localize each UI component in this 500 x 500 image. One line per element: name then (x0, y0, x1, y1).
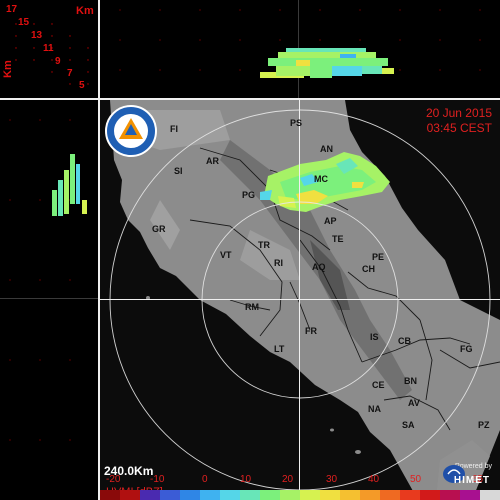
city-label: BN (404, 376, 417, 386)
km-tick: 11 (43, 43, 54, 54)
horizontal-divider (0, 98, 500, 100)
legend-swatch (280, 490, 300, 500)
protezione-civile-logo (105, 105, 157, 157)
city-label: FG (460, 344, 473, 354)
vertical-divider (98, 0, 100, 500)
km-title-top: Km (76, 5, 94, 17)
city-label: PE (372, 252, 385, 262)
legend-swatch (420, 490, 440, 500)
legend-colorbar (100, 490, 500, 500)
legend-tick: 0 (202, 474, 208, 485)
legend-swatch (160, 490, 180, 500)
city-label: PG (242, 190, 256, 200)
legend-tick: 20 (282, 474, 294, 485)
legend-swatch (300, 490, 320, 500)
city-label: AR (206, 156, 219, 166)
city-label: AP (324, 216, 337, 226)
city-label: RI (274, 258, 283, 268)
radar-map-panel[interactable]: PS FI AN SI AR MC PG GR AP TE TR VT RI P… (100, 100, 500, 500)
himet-brand: HIMET (453, 475, 490, 486)
radar-map-viewer: 17 15 13 11 9 7 5 Km Km PS FI AN SI AR M… (0, 0, 500, 500)
legend-swatch (460, 490, 480, 500)
km-tick: 17 (6, 4, 18, 15)
km-tick: 15 (18, 17, 30, 28)
section-echo-left (0, 119, 98, 441)
legend-swatch (380, 490, 400, 500)
city-label: SA (402, 420, 415, 430)
legend-swatch (220, 490, 240, 500)
city-label: GR (152, 224, 166, 234)
west-east-section (0, 100, 98, 500)
legend-swatch (180, 490, 200, 500)
legend-swatch (140, 490, 160, 500)
legend-swatch (260, 490, 280, 500)
km-scale-panel: 17 15 13 11 9 7 5 Km Km (0, 0, 98, 98)
city-label: LT (274, 344, 285, 354)
city-label: IS (370, 332, 379, 342)
legend-swatch (200, 490, 220, 500)
city-label: CE (372, 380, 385, 390)
legend-tick: 40 (368, 474, 380, 485)
north-south-section (100, 0, 500, 98)
city-label: VT (220, 250, 232, 260)
legend-tick: -20 (106, 474, 121, 485)
date-label: 20 Jun 2015 (425, 106, 492, 120)
km-tick: 13 (31, 30, 43, 41)
legend-swatch (120, 490, 140, 500)
city-label: AV (408, 398, 420, 408)
legend-swatch (400, 490, 420, 500)
km-tick: 7 (67, 68, 73, 79)
legend-swatch (440, 490, 460, 500)
time-label: 03:45 CEST (426, 121, 492, 135)
legend-tick: 30 (326, 474, 338, 485)
city-label: RM (245, 302, 259, 312)
city-label: TE (332, 234, 344, 244)
city-label: PS (290, 118, 303, 128)
city-label: PZ (478, 420, 490, 430)
city-label: AQ (312, 262, 326, 272)
legend-tick: 10 (240, 474, 252, 485)
legend-tick: 50 (410, 474, 422, 485)
km-title-left: Km (2, 60, 14, 78)
city-label: TR (258, 240, 270, 250)
city-label: CB (398, 336, 411, 346)
italy-map (100, 100, 500, 500)
km-tick: 9 (55, 56, 61, 67)
legend-swatch (340, 490, 360, 500)
legend-swatch (360, 490, 380, 500)
section-echo-top (119, 0, 481, 98)
city-label: MC (314, 174, 328, 184)
city-label: SI (174, 166, 183, 176)
legend-swatch (480, 490, 500, 500)
city-label: CH (362, 264, 375, 274)
legend-tick: -10 (150, 474, 165, 485)
legend-swatch (240, 490, 260, 500)
city-label: NA (368, 404, 381, 414)
city-label: AN (320, 144, 333, 154)
legend-swatch (320, 490, 340, 500)
km-tick: 5 (79, 80, 85, 91)
city-label: FI (170, 124, 178, 134)
legend-swatch (100, 490, 120, 500)
city-label: FR (305, 326, 317, 336)
